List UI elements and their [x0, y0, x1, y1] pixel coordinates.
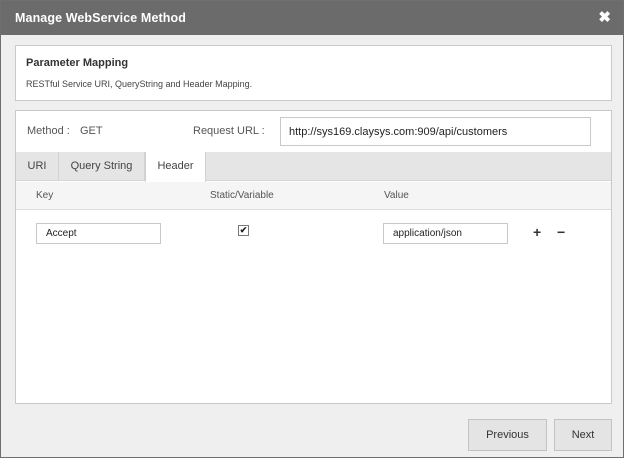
info-heading: Parameter Mapping — [26, 57, 129, 69]
mapping-tabs: URI Query String Header — [16, 152, 611, 182]
parameter-mapping-info: Parameter Mapping RESTful Service URI, Q… — [15, 45, 612, 101]
remove-row-icon[interactable]: − — [557, 224, 565, 240]
tab-query-string[interactable]: Query String — [59, 152, 145, 181]
column-value: Value — [384, 190, 409, 201]
request-url-field[interactable] — [280, 117, 591, 146]
mapping-panel: Method : GET Request URL : URI Query Str… — [15, 110, 612, 404]
manage-webservice-dialog: Manage WebService Method ✖ Parameter Map… — [0, 0, 624, 458]
previous-button[interactable]: Previous — [468, 419, 547, 451]
method-value: GET — [80, 125, 103, 137]
add-row-icon[interactable]: + — [533, 224, 541, 240]
info-description: RESTful Service URI, QueryString and Hea… — [26, 79, 253, 89]
next-button[interactable]: Next — [554, 419, 612, 451]
close-icon[interactable]: ✖ — [598, 9, 611, 27]
column-key: Key — [36, 190, 54, 201]
header-grid-columns: Key Static/Variable Value — [16, 182, 611, 210]
dialog-title: Manage WebService Method — [15, 11, 186, 25]
static-variable-checkbox[interactable]: ✔ — [238, 225, 249, 236]
tab-uri[interactable]: URI — [16, 152, 59, 181]
column-static-variable: Static/Variable — [210, 190, 274, 201]
dialog-titlebar: Manage WebService Method ✖ — [1, 1, 623, 35]
header-value-field[interactable] — [383, 223, 508, 244]
method-label: Method : — [27, 125, 70, 137]
tab-header[interactable]: Header — [145, 152, 206, 182]
header-key-field[interactable] — [36, 223, 161, 244]
request-url-label: Request URL : — [193, 125, 265, 137]
